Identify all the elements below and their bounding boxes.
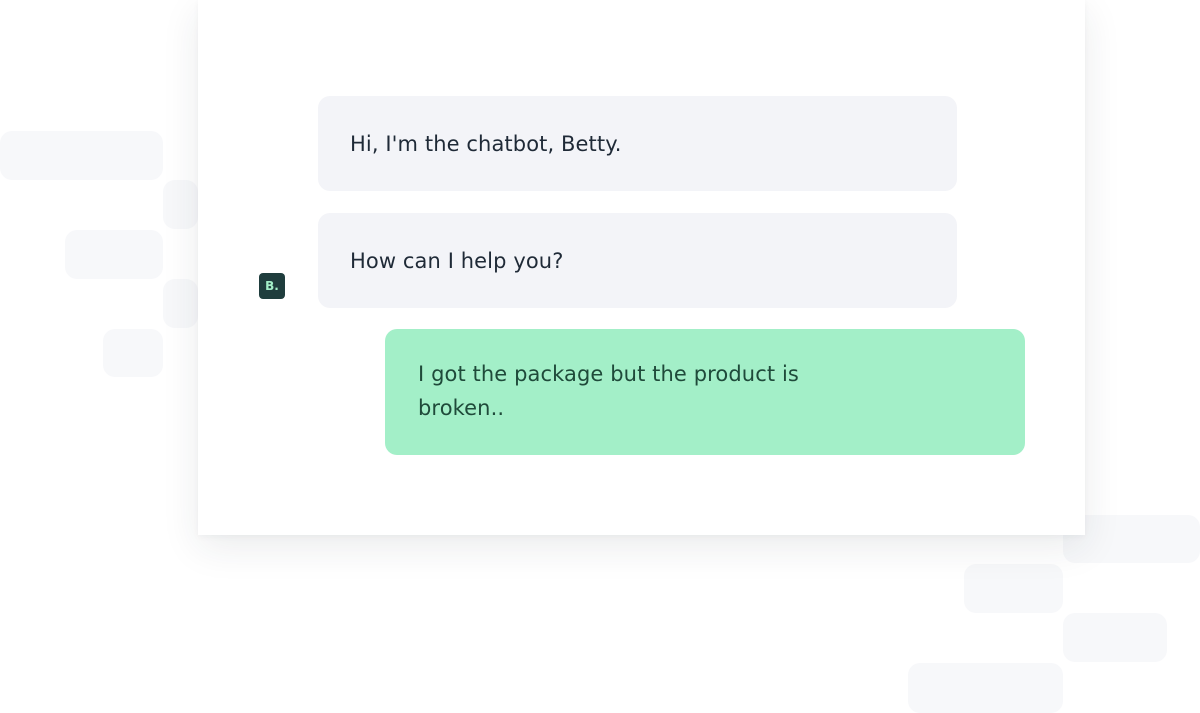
bg-tile [908, 663, 1063, 713]
bot-message-bubble: How can I help you? [318, 213, 957, 308]
bot-message-text: How can I help you? [350, 248, 564, 273]
bg-tile [163, 279, 198, 328]
bot-avatar: B. [259, 273, 285, 299]
user-message-text: I got the package but the product is bro… [418, 362, 799, 420]
bg-tile [65, 230, 163, 279]
bg-tile [964, 564, 1063, 613]
bg-tile [1063, 613, 1167, 662]
bot-message-bubble: Hi, I'm the chatbot, Betty. [318, 96, 957, 191]
user-message-bubble: I got the package but the product is bro… [385, 329, 1025, 455]
bot-message-text: Hi, I'm the chatbot, Betty. [350, 131, 622, 156]
bg-tile [163, 180, 198, 229]
bg-tile [103, 329, 163, 377]
bg-tile [0, 131, 163, 180]
chat-window: Hi, I'm the chatbot, Betty. How can I he… [198, 0, 1085, 535]
